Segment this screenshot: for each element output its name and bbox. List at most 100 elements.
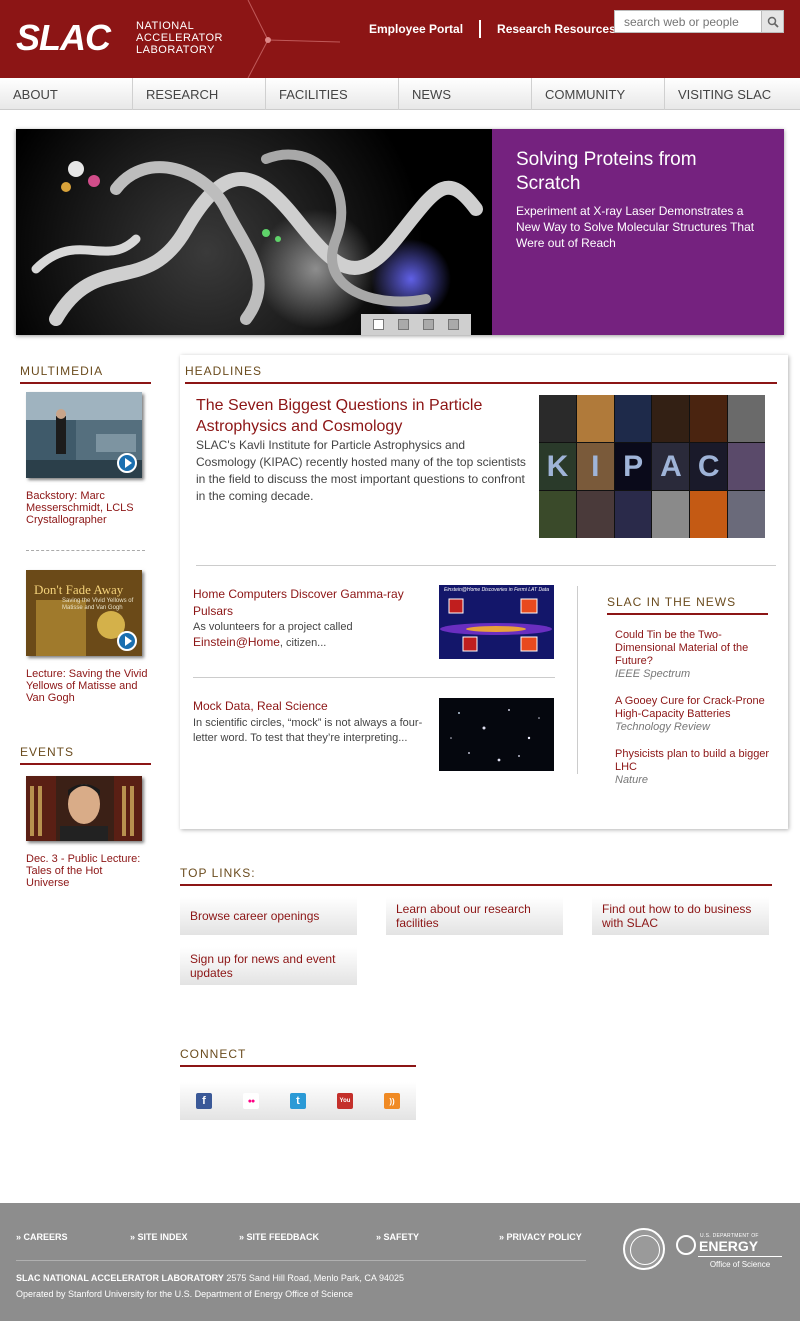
footer-link-safety[interactable]: » SAFETY	[376, 1232, 419, 1242]
nav-visiting-slac[interactable]: VISITING SLAC	[665, 78, 800, 110]
employee-portal-link[interactable]: Employee Portal	[369, 22, 463, 36]
multimedia-caption[interactable]: Lecture: Saving the Vivid Yellows of Mat…	[26, 668, 148, 704]
nav-news[interactable]: NEWS	[399, 78, 532, 110]
hero-image[interactable]	[16, 129, 492, 335]
collage-tile	[690, 395, 728, 442]
top-link-research-facilities[interactable]: Learn about our research facilities	[386, 897, 563, 935]
carousel-pager	[361, 314, 471, 335]
news-headline[interactable]: Physicists plan to build a bigger LHC	[615, 748, 769, 773]
carousel-dot[interactable]	[373, 319, 384, 330]
carousel-dot[interactable]	[398, 319, 409, 330]
kipac-collage[interactable]: K I P A C	[539, 395, 765, 538]
doe-office-text: Office of Science	[709, 1260, 771, 1269]
hero-caption-panel: Solving Proteins from Scratch Experiment…	[492, 129, 784, 335]
doe-energy-text: ENERGY	[699, 1238, 759, 1254]
news-item[interactable]: Physicists plan to build a bigger LHC Na…	[615, 748, 771, 787]
search-input[interactable]	[615, 11, 761, 32]
skymap-caption: Einstein@Home Discoveries in Fermi LAT D…	[443, 587, 549, 593]
nav-about[interactable]: ABOUT	[0, 78, 133, 110]
collage-tile	[652, 491, 690, 538]
site-footer: » CAREERS » SITE INDEX » SITE FEEDBACK »…	[0, 1203, 800, 1321]
collage-tile	[728, 395, 765, 442]
events-heading: EVENTS	[20, 745, 151, 765]
collage-letter: A	[660, 449, 682, 483]
footer-operator: Operated by Stanford University for the …	[16, 1289, 353, 1299]
story-image[interactable]	[439, 698, 554, 771]
slac-logo[interactable]: SLAC	[16, 18, 111, 58]
carousel-dot[interactable]	[423, 319, 434, 330]
hero-carousel: Solving Proteins from Scratch Experiment…	[16, 129, 784, 335]
news-source: Technology Review	[615, 721, 710, 733]
speaker-photo	[26, 776, 142, 841]
footer-address: SLAC NATIONAL ACCELERATOR LABORATORY 257…	[16, 1273, 404, 1283]
rss-icon[interactable]: ))	[384, 1093, 400, 1109]
logo-wordmark: NATIONAL ACCELERATOR LABORATORY	[136, 20, 223, 56]
link-divider	[479, 20, 482, 38]
news-headline[interactable]: A Gooey Cure for Crack-Prone High-Capaci…	[615, 695, 765, 720]
news-item[interactable]: A Gooey Cure for Crack-Prone High-Capaci…	[615, 695, 771, 734]
collage-tile	[539, 395, 576, 442]
footer-divider	[16, 1260, 586, 1261]
nav-facilities[interactable]: FACILITIES	[266, 78, 399, 110]
news-headline[interactable]: Could Tin be the Two-Dimensional Materia…	[615, 629, 748, 667]
nav-research[interactable]: RESEARCH	[133, 78, 266, 110]
galaxy-field-image	[439, 698, 554, 771]
logo-line: NATIONAL	[136, 20, 195, 32]
top-link-careers[interactable]: Browse career openings	[180, 897, 357, 935]
nav-community[interactable]: COMMUNITY	[532, 78, 665, 110]
footer-link-label: SITE FEEDBACK	[246, 1232, 320, 1242]
collage-tile: C	[690, 443, 728, 490]
flickr-icon[interactable]: ●●	[243, 1093, 259, 1109]
story-headline[interactable]: Home Computers Discover Gamma-ray Pulsar…	[193, 586, 418, 620]
collage-tile: I	[576, 443, 614, 490]
collage-tile: A	[652, 443, 690, 490]
play-icon[interactable]	[117, 453, 137, 473]
collage-tile	[652, 395, 690, 442]
collage-tile	[614, 395, 652, 442]
search-box	[614, 10, 784, 33]
collage-tile	[614, 491, 652, 538]
story-divider	[193, 677, 555, 678]
event-caption[interactable]: Dec. 3 - Public Lecture: Tales of the Ho…	[26, 853, 146, 889]
multimedia-lecture-thumb[interactable]: Don't Fade Away Saving the Vivid Yellows…	[26, 570, 142, 656]
top-link-business[interactable]: Find out how to do business with SLAC	[592, 897, 769, 935]
news-source: IEEE Spectrum	[615, 668, 691, 680]
collage-tile	[576, 395, 614, 442]
stanford-seal-icon[interactable]	[623, 1228, 665, 1270]
in-the-news-heading: SLAC IN THE NEWS	[607, 595, 768, 615]
multimedia-heading: MULTIMEDIA	[20, 364, 151, 384]
headlines-panel: HEADLINES The Seven Biggest Questions in…	[180, 355, 788, 829]
top-links-heading: TOP LINKS:	[180, 866, 772, 886]
event-thumb[interactable]	[26, 776, 142, 841]
lab-address: 2575 Sand Hill Road, Menlo Park, CA 9402…	[226, 1273, 404, 1283]
footer-link-label: SITE INDEX	[137, 1232, 188, 1242]
search-button[interactable]	[761, 11, 783, 32]
protein-illustration	[31, 149, 483, 329]
top-link-news-signup[interactable]: Sign up for news and event updates	[180, 947, 357, 985]
collage-tile	[728, 491, 765, 538]
footer-link-privacy-policy[interactable]: » PRIVACY POLICY	[499, 1232, 582, 1242]
logo-line: ACCELERATOR	[136, 32, 224, 44]
story-headline[interactable]: Mock Data, Real Science	[193, 698, 418, 715]
footer-link-careers[interactable]: » CAREERS	[16, 1232, 68, 1242]
column-divider	[577, 586, 578, 774]
youtube-icon[interactable]: You	[337, 1093, 353, 1109]
footer-link-label: SAFETY	[383, 1232, 420, 1242]
news-item[interactable]: Could Tin be the Two-Dimensional Materia…	[615, 629, 771, 681]
einstein-at-home-link[interactable]: Einstein@Home	[193, 635, 280, 649]
story-summary: As volunteers for a project called Einst…	[193, 620, 425, 651]
facebook-icon[interactable]: f	[196, 1093, 212, 1109]
twitter-icon[interactable]: t	[290, 1093, 306, 1109]
play-icon[interactable]	[117, 631, 137, 651]
research-resources-link[interactable]: Research Resources	[497, 22, 616, 36]
story-image[interactable]: Einstein@Home Discoveries in Fermi LAT D…	[439, 585, 554, 659]
multimedia-caption[interactable]: Backstory: Marc Messerschmidt, LCLS Crys…	[26, 490, 146, 526]
social-links: f ●● t You ))	[180, 1082, 416, 1120]
footer-link-site-index[interactable]: » SITE INDEX	[130, 1232, 188, 1242]
multimedia-video-thumb[interactable]	[26, 392, 142, 478]
carousel-dot[interactable]	[448, 319, 459, 330]
collage-letter: P	[623, 449, 644, 483]
footer-link-site-feedback[interactable]: » SITE FEEDBACK	[239, 1232, 319, 1242]
hero-title[interactable]: Solving Proteins from Scratch	[516, 148, 760, 196]
lead-story-headline[interactable]: The Seven Biggest Questions in Particle …	[196, 395, 516, 437]
